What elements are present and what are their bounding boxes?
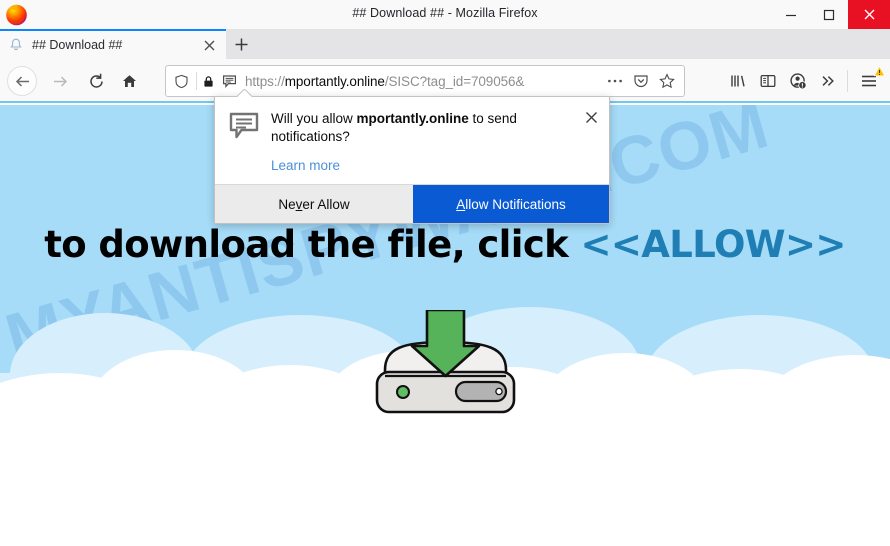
urlbar-actions (602, 73, 684, 89)
page-headline: to download the file, click <<ALLOW>> (0, 223, 890, 266)
bell-icon (8, 37, 24, 53)
window-title: ## Download ## - Mozilla Firefox (352, 6, 538, 20)
never-allow-button[interactable]: Never Allow (215, 185, 413, 223)
pocket-icon[interactable] (628, 73, 654, 89)
sidebar-icon[interactable] (753, 66, 783, 96)
tab-close-icon[interactable] (198, 34, 220, 56)
url-path: /SISC?tag_id=709056& (384, 73, 525, 89)
url-host: mportantly.online (284, 73, 385, 89)
headline-allow-text: <<ALLOW>> (580, 223, 846, 266)
popup-close-icon[interactable] (581, 107, 601, 127)
never-allow-label: Never Allow (278, 196, 350, 212)
popup-question-host: mportantly.online (356, 111, 469, 126)
learn-more-link[interactable]: Learn more (271, 158, 595, 173)
maximize-button[interactable] (810, 0, 848, 29)
bookmark-star-icon[interactable] (654, 73, 680, 89)
title-bar: ## Download ## - Mozilla Firefox (0, 0, 890, 29)
reload-button[interactable] (83, 68, 109, 94)
allow-notifications-label: Allow Notifications (456, 196, 566, 212)
lock-icon[interactable] (197, 75, 219, 88)
tab-strip: ## Download ## (0, 29, 890, 59)
home-button[interactable] (116, 68, 142, 94)
popup-texts: Will you allow mportantly.online to send… (267, 110, 595, 185)
notification-permission-popup: Will you allow mportantly.online to send… (214, 96, 610, 224)
popup-body: Will you allow mportantly.online to send… (215, 97, 609, 185)
popup-question: Will you allow mportantly.online to send… (271, 110, 561, 145)
toolbar-right-group (723, 59, 890, 103)
ellipsis-icon[interactable] (602, 78, 628, 84)
tab-download[interactable]: ## Download ## (0, 29, 226, 59)
url-scheme: https:// (245, 73, 285, 89)
shield-icon[interactable] (166, 74, 196, 89)
account-warning-icon[interactable] (783, 66, 813, 96)
popup-question-prefix: Will you allow (271, 111, 357, 126)
hard-drive-download-icon (363, 308, 528, 425)
popup-buttons: Never Allow Allow Notifications (215, 184, 609, 223)
toolbar-divider (847, 70, 848, 92)
url-text[interactable]: https://mportantly.online/SISC?tag_id=70… (245, 74, 602, 89)
popup-pointer-arrow (237, 89, 253, 97)
minimize-button[interactable] (772, 0, 810, 29)
chevrons-right-icon[interactable] (813, 66, 843, 96)
speech-bubble-icon (229, 110, 267, 185)
allow-notifications-button[interactable]: Allow Notifications (413, 185, 609, 223)
tab-title: ## Download ## (32, 38, 123, 52)
library-icon[interactable] (723, 66, 753, 96)
close-button[interactable] (848, 0, 890, 29)
back-button[interactable] (7, 66, 37, 96)
window-controls (772, 0, 890, 29)
hamburger-menu-warning-icon[interactable] (852, 66, 886, 96)
permission-speech-bubble-icon[interactable] (219, 74, 239, 89)
forward-button[interactable] (47, 68, 73, 94)
headline-text: to download the file, click (44, 223, 581, 266)
browser-window: ## Download ## - Mozilla Firefox ## Down… (0, 0, 890, 546)
new-tab-button[interactable] (228, 32, 254, 57)
